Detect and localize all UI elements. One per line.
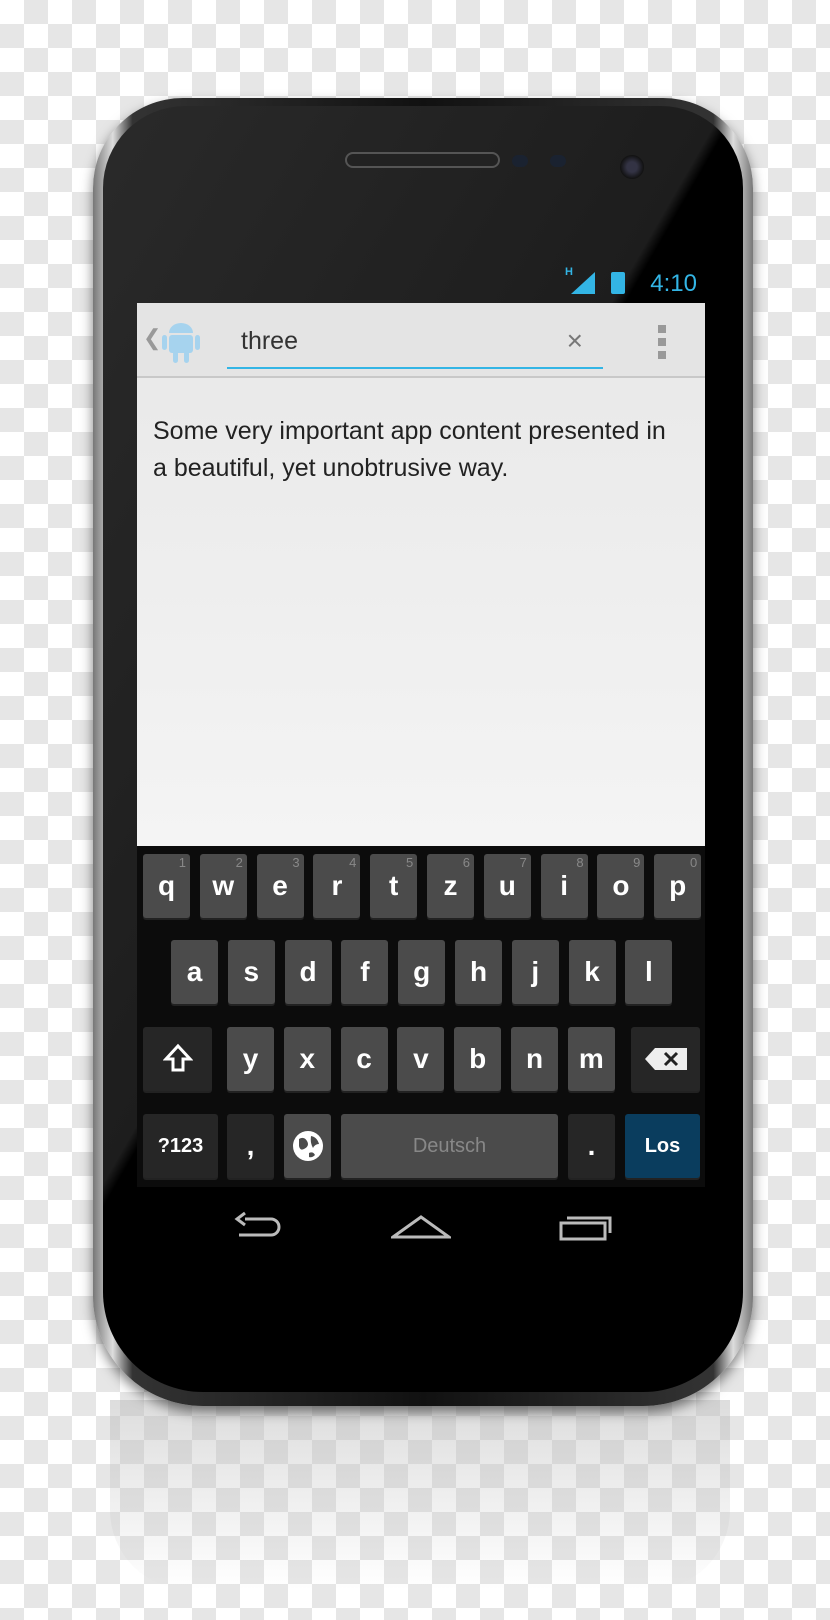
backspace-icon [644, 1048, 687, 1070]
key-w[interactable]: w2 [199, 854, 247, 918]
key-f[interactable]: f [341, 940, 389, 1004]
key-p[interactable]: p0 [654, 854, 702, 918]
back-icon[interactable] [227, 1207, 287, 1247]
proximity-sensor [512, 155, 528, 167]
key-hint: 3 [292, 855, 300, 870]
key-hint: 8 [576, 855, 584, 870]
key-c[interactable]: c [340, 1027, 388, 1091]
key-hint: 5 [405, 855, 414, 870]
key-d[interactable]: d [284, 940, 332, 1004]
key-n[interactable]: n [511, 1027, 558, 1091]
shift-key[interactable] [143, 1027, 212, 1091]
globe-icon [292, 1131, 323, 1161]
key-hint: 6 [462, 855, 470, 870]
key-v[interactable]: v [397, 1027, 445, 1091]
android-app-icon[interactable] [161, 317, 201, 363]
key-j[interactable]: j [511, 940, 559, 1004]
key-o[interactable]: o9 [597, 854, 645, 918]
front-camera [620, 155, 644, 179]
search-field[interactable]: × [227, 317, 603, 369]
key-e[interactable]: e3 [256, 854, 304, 918]
key-r[interactable]: r4 [313, 854, 361, 918]
key-a[interactable]: a [171, 940, 218, 1004]
key-y[interactable]: y [227, 1027, 274, 1091]
key-s[interactable]: s [227, 940, 275, 1004]
go-key[interactable]: Los [625, 1114, 700, 1178]
period-key[interactable]: . [568, 1114, 615, 1178]
symbols-key[interactable]: ?123 [143, 1114, 218, 1178]
key-i[interactable]: i8 [540, 854, 588, 918]
key-t[interactable]: t5 [370, 854, 418, 918]
search-input[interactable] [241, 323, 541, 359]
app-screen: ❮ × Some very important app content pres… [137, 303, 705, 846]
soft-keyboard: ?123 , Deutsch . Los q1w2e3r4t5z6u7i8o9p… [137, 846, 705, 1187]
speaker-grille [345, 152, 500, 168]
key-l[interactable]: l [625, 940, 673, 1004]
shift-icon [162, 1043, 193, 1072]
comma-key[interactable]: , [227, 1114, 274, 1178]
phone-reflection [110, 1400, 730, 1590]
key-hint: 9 [633, 855, 641, 870]
signal-icon [571, 272, 595, 294]
battery-icon [611, 272, 625, 294]
key-x[interactable]: x [283, 1027, 331, 1091]
clear-icon[interactable]: × [567, 325, 583, 357]
space-key[interactable]: Deutsch [341, 1114, 558, 1178]
navigation-bar [137, 1187, 705, 1277]
status-bar: H 4:10 [137, 264, 705, 303]
language-key[interactable] [284, 1114, 331, 1178]
light-sensor [550, 155, 566, 167]
recents-icon[interactable] [555, 1207, 615, 1247]
up-chevron-icon[interactable]: ❮ [143, 325, 161, 351]
clock: 4:10 [650, 270, 697, 297]
key-g[interactable]: g [398, 940, 446, 1004]
key-hint: 2 [235, 855, 243, 870]
key-hint: 4 [349, 855, 357, 870]
key-hint: 7 [519, 855, 527, 870]
content-text: Some very important app content presente… [153, 417, 666, 482]
key-u[interactable]: u7 [483, 854, 531, 918]
key-h[interactable]: h [455, 940, 502, 1004]
key-k[interactable]: k [568, 940, 616, 1004]
key-q[interactable]: q1 [143, 854, 190, 918]
overflow-menu-icon[interactable] [658, 325, 666, 359]
backspace-key[interactable] [631, 1027, 700, 1091]
key-hint: 0 [689, 855, 698, 870]
key-m[interactable]: m [567, 1027, 615, 1091]
key-z[interactable]: z6 [427, 854, 474, 918]
home-icon[interactable] [391, 1207, 451, 1247]
key-b[interactable]: b [454, 1027, 502, 1091]
action-bar: ❮ × [137, 303, 705, 378]
key-hint: 1 [178, 855, 186, 870]
